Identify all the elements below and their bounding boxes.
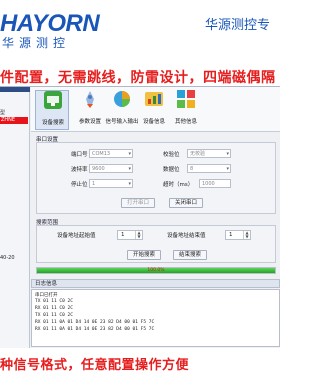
log-title: 日志信息 [31, 279, 280, 288]
brand-subtitle: 华源测控 [2, 36, 71, 50]
tool-signal-io[interactable]: 信号输入输出 [105, 90, 139, 130]
chevron-down-icon: ▾ [226, 151, 229, 157]
rocket-icon [81, 90, 99, 108]
serial-group: 端口号 COM13 ▾ 波特率 9600 ▾ 停止位 1 ▾ 校验位 无校验 ▾ 数据位… [36, 142, 276, 214]
end-address-label: 设备地址结束值 [167, 233, 206, 239]
progress-text: 100.0% [147, 268, 165, 273]
log-line: TX 01 11 C0 2C [35, 313, 73, 318]
chevron-down-icon: ▾ [128, 166, 131, 172]
left-panel-label: 型 [0, 110, 6, 116]
data-bits-select[interactable]: 8 ▾ [187, 164, 231, 173]
search-progress-bar: 100.0% [36, 267, 276, 274]
chevron-down-icon: ▾ [128, 181, 131, 187]
chevron-down-icon: ▾ [128, 151, 131, 157]
log-line: RX 01 11 0A 01 D4 14 0E 23 82 D4 00 01 F… [35, 327, 155, 332]
data-bits-label: 数据位 [163, 167, 180, 173]
timeout-input[interactable]: 1000 [199, 179, 231, 188]
log-line: RX 01 11 0A 01 D4 14 0E 23 82 D4 00 01 F… [35, 320, 155, 325]
device-search-icon [44, 91, 62, 109]
open-port-button[interactable]: 打开串口 [121, 198, 155, 208]
bottom-caption: 种信号格式，任意配置操作方便 [0, 358, 190, 373]
app-window: 型 ZHNE 40-20 设备搜索 参数设置 信号输入输出 设备信息 其他信息 … [0, 86, 280, 348]
pie-chart-icon [113, 90, 131, 108]
start-address-label: 设备地址起始值 [57, 233, 96, 239]
log-line: 串口已打开 [35, 293, 58, 298]
baud-select[interactable]: 9600 ▾ [89, 164, 133, 173]
tool-device-info[interactable]: 设备信息 [137, 90, 171, 130]
search-group: 设备地址起始值 1 ▲ ▼ 设备地址结束值 1 ▲ ▼ 开始搜索 结束搜索 [36, 225, 276, 263]
stop-bits-label: 停止位 [71, 182, 88, 188]
chart-icon [145, 90, 163, 108]
grid-icon [177, 90, 195, 108]
chevron-down-icon: ▾ [226, 166, 229, 172]
stop-search-button[interactable]: 结束搜索 [173, 250, 207, 260]
log-line: RX 01 11 C0 2C [35, 306, 73, 311]
left-panel: 型 ZHNE 40-20 [0, 87, 30, 348]
end-address-input[interactable]: 1 ▲ ▼ [225, 230, 251, 240]
left-panel-header [0, 87, 30, 92]
close-port-button[interactable]: 关闭串口 [169, 198, 203, 208]
stop-bits-select[interactable]: 1 ▾ [89, 179, 133, 188]
spinner-arrows-icon: ▲ ▼ [135, 231, 142, 239]
toolbar: 设备搜索 参数设置 信号输入输出 设备信息 其他信息 [31, 87, 280, 132]
left-panel-value: 40-20 [0, 255, 15, 261]
tool-param-settings[interactable]: 参数设置 [73, 90, 107, 130]
tool-other-info[interactable]: 其他信息 [169, 90, 203, 130]
tool-device-search[interactable]: 设备搜索 [35, 90, 69, 130]
log-box[interactable]: 串口已打开 TX 01 11 C0 2C RX 01 11 C0 2C TX 0… [31, 289, 280, 347]
parity-select[interactable]: 无校验 ▾ [187, 149, 231, 158]
spinner-arrows-icon: ▲ ▼ [243, 231, 250, 239]
log-line: TX 01 11 C0 2C [35, 299, 73, 304]
port-label: 端口号 [71, 152, 88, 158]
start-address-input[interactable]: 1 ▲ ▼ [117, 230, 143, 240]
tagline: 华源测控专 [205, 18, 271, 33]
feature-headline: 件配置，无需跳线，防雷设计，四端磁偶隔 [0, 70, 276, 86]
parity-label: 校验位 [163, 152, 180, 158]
left-panel-selected-item[interactable]: ZHNE [0, 117, 28, 124]
baud-label: 波特率 [71, 167, 88, 173]
start-search-button[interactable]: 开始搜索 [127, 250, 161, 260]
timeout-label: 超时（ms） [163, 182, 194, 188]
port-select[interactable]: COM13 ▾ [89, 149, 133, 158]
